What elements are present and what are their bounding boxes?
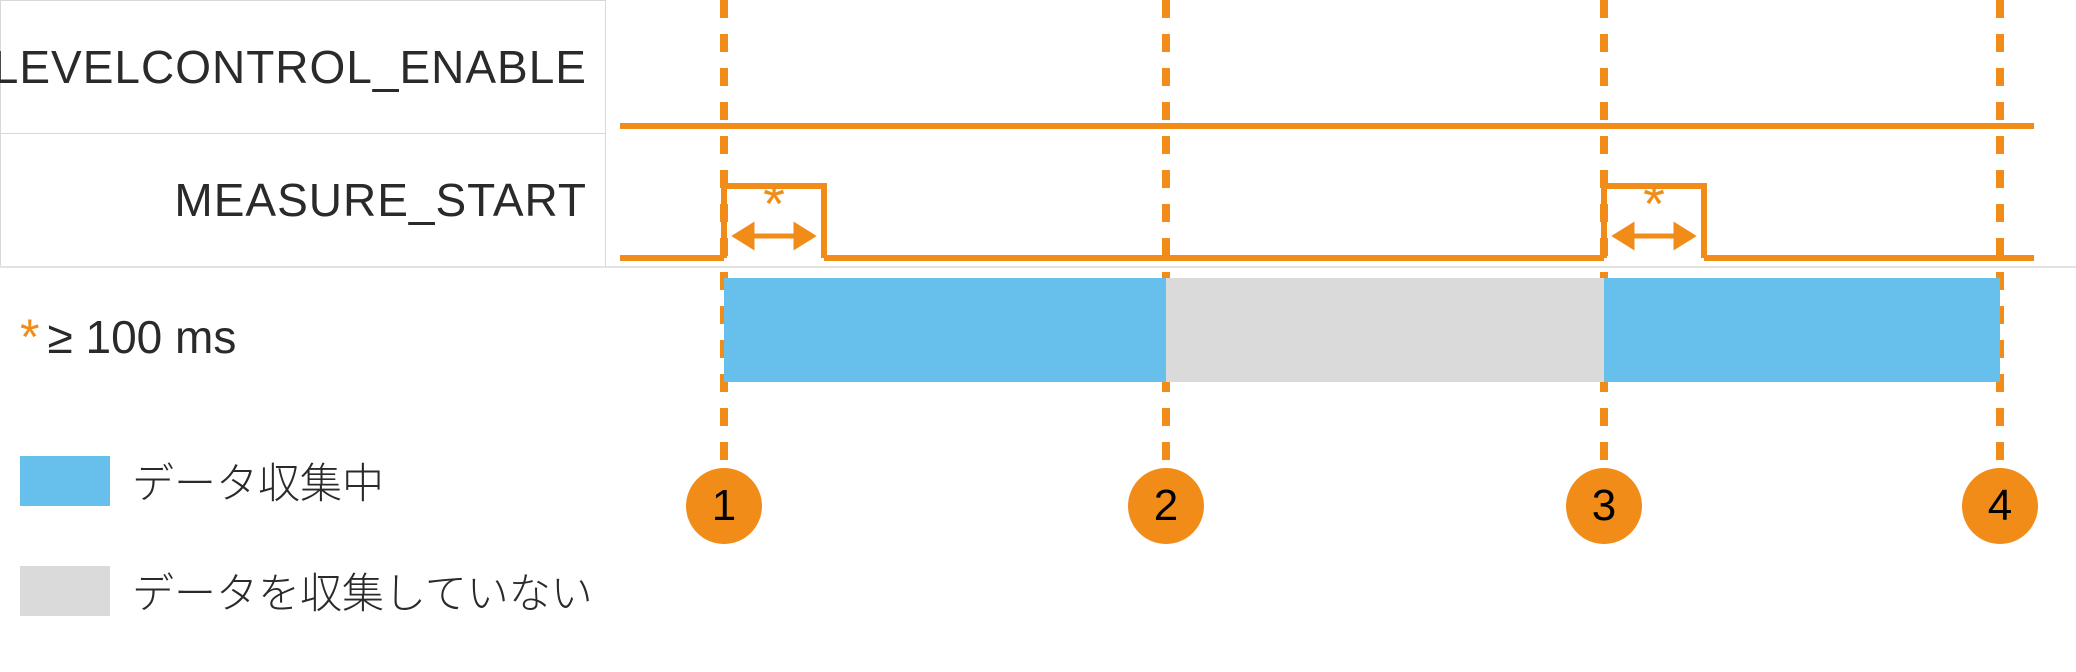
legend-item-collecting: データ収集中 bbox=[20, 450, 384, 511]
legend-label: データを収集していない bbox=[132, 560, 593, 621]
asterisk-icon: * bbox=[763, 176, 785, 232]
event-number: 3 bbox=[1592, 481, 1616, 531]
footnote-text: ≥ 100 ms bbox=[47, 310, 236, 364]
asterisk-icon: * bbox=[1643, 176, 1665, 232]
event-number: 1 bbox=[712, 481, 736, 531]
data-span-collecting bbox=[724, 278, 1166, 382]
event-number: 2 bbox=[1154, 481, 1178, 531]
footnote-min-pulse-width: * ≥ 100 ms bbox=[20, 310, 236, 364]
legend-item-not-collecting: データを収集していない bbox=[20, 560, 593, 621]
event-marker-2: 2 bbox=[1128, 468, 1204, 544]
event-marker-1: 1 bbox=[686, 468, 762, 544]
legend-label: データ収集中 bbox=[132, 450, 384, 511]
asterisk-icon: * bbox=[20, 312, 39, 362]
data-span-collecting bbox=[1604, 278, 2000, 382]
timing-diagram: LEVELCONTROL_ENABLE MEASURE_START bbox=[0, 0, 2076, 672]
event-number: 4 bbox=[1988, 481, 2012, 531]
data-span-not-collecting bbox=[1166, 278, 1604, 382]
legend-swatch-blue bbox=[20, 456, 110, 506]
legend-swatch-grey bbox=[20, 566, 110, 616]
event-marker-4: 4 bbox=[1962, 468, 2038, 544]
event-marker-3: 3 bbox=[1566, 468, 1642, 544]
